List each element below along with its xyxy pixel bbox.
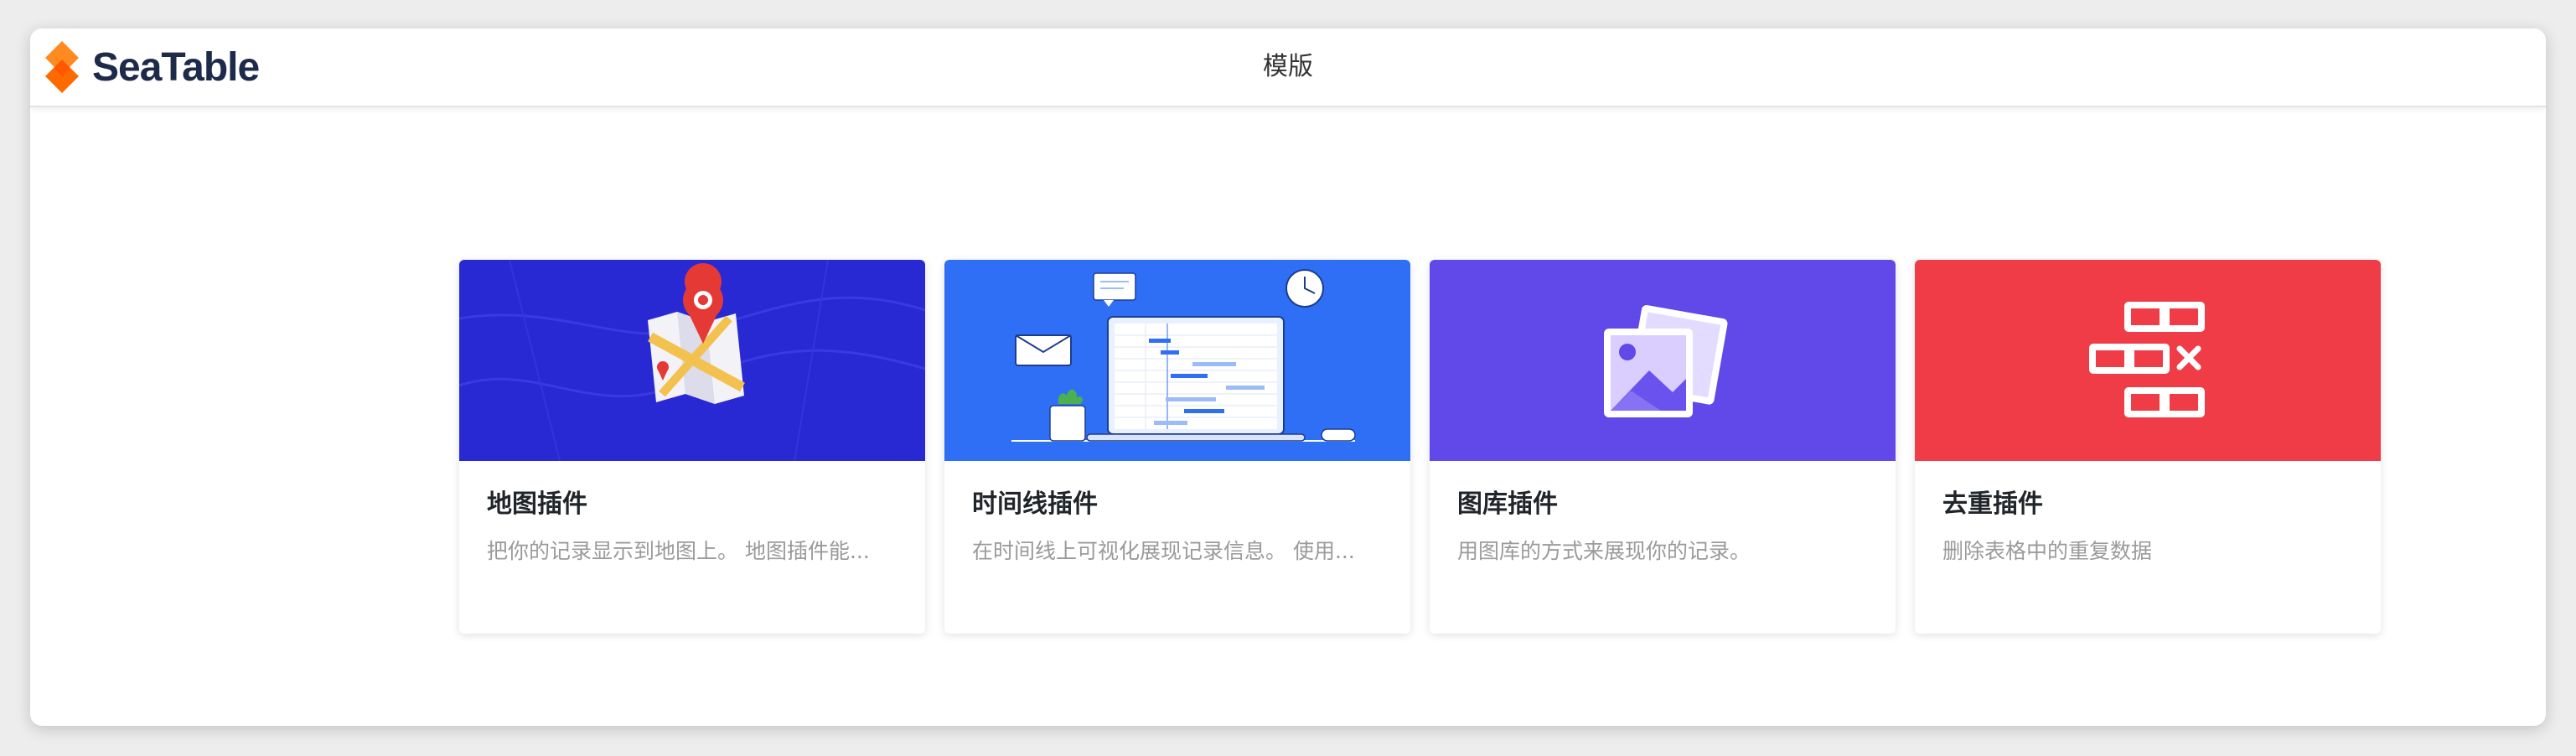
card-title: 时间线插件	[972, 489, 1098, 519]
plugin-card-timeline[interactable]: 时间线插件 在时间线上可视化展现记录信息。 使用...	[944, 260, 1410, 634]
plugin-card-gallery[interactable]: 图库插件 用图库的方式来展现你的记录。	[1430, 260, 1896, 634]
card-title: 去重插件	[1942, 489, 2043, 519]
timeline-laptop-icon	[1011, 269, 1356, 442]
gallery-icon	[1604, 305, 1728, 417]
app-window: SeaTable 模版 地图插件 把你的记录显示到地图上。 地图插件能... 时…	[30, 28, 2546, 726]
card-description: 用图库的方式来展现你的记录。	[1457, 539, 1751, 563]
plugin-card-list: 地图插件 把你的记录显示到地图上。 地图插件能... 时间线插件 在时间线上可视…	[459, 260, 2381, 634]
card-title: 地图插件	[487, 489, 587, 519]
map-pin-icon	[459, 260, 925, 461]
card-banner	[459, 260, 925, 461]
plugin-card-map[interactable]: 地图插件 把你的记录显示到地图上。 地图插件能...	[459, 260, 925, 634]
page-title: 模版	[1263, 52, 1313, 81]
card-description: 在时间线上可视化展现记录信息。 使用...	[972, 539, 1355, 563]
top-header: SeaTable 模版	[30, 28, 2546, 107]
card-banner	[1915, 260, 2381, 461]
plugin-card-dedupe[interactable]: 去重插件 删除表格中的重复数据	[1915, 260, 2381, 634]
card-description: 把你的记录显示到地图上。 地图插件能...	[487, 539, 870, 563]
card-banner	[1430, 260, 1896, 461]
card-description: 删除表格中的重复数据	[1942, 539, 2153, 563]
card-banner	[944, 260, 1410, 461]
card-title: 图库插件	[1457, 489, 1558, 519]
deduplicate-icon	[2089, 302, 2205, 417]
